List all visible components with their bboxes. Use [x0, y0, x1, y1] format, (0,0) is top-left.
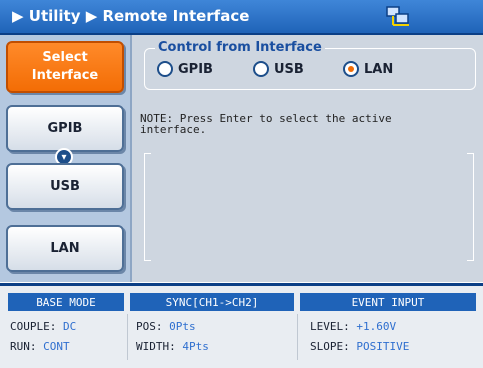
couple-value: DC: [62, 320, 77, 333]
width-label: WIDTH:: [136, 340, 176, 353]
usb-softkey-label: USB: [50, 179, 80, 194]
breadcrumb: ▶ Utility ▶ Remote Interface: [12, 7, 250, 25]
title-bar: ▶ Utility ▶ Remote Interface: [0, 0, 483, 35]
gpib-softkey-label: GPIB: [47, 121, 83, 136]
pos-label: POS:: [136, 320, 163, 333]
level-value: +1.60V: [356, 320, 397, 333]
lan-softkey-label: LAN: [50, 241, 80, 256]
base-mode-header: BASE MODE: [8, 293, 124, 311]
run-label: RUN:: [10, 340, 37, 353]
usb-radio-label: USB: [274, 61, 304, 77]
pos-value: 0Pts: [169, 320, 196, 333]
couple-line: COUPLE: DC: [10, 320, 76, 333]
control-from-interface-group: Control from Interface GPIB USB LAN: [144, 40, 476, 90]
width-line: WIDTH: 4Pts: [136, 340, 209, 353]
radio-dot: [348, 66, 354, 72]
radio-circle-selected: [343, 61, 359, 77]
slope-value: POSITIVE: [356, 340, 410, 353]
network-icon: [386, 6, 409, 26]
right-bracket: [467, 153, 474, 261]
select-interface-softkey[interactable]: Select Interface: [6, 41, 124, 93]
gpib-softkey[interactable]: GPIB: [6, 105, 124, 152]
select-interface-label: Select Interface: [31, 50, 99, 83]
slope-label: SLOPE:: [310, 340, 350, 353]
slope-line: SLOPE: POSITIVE: [310, 340, 409, 353]
radio-circle: [157, 61, 173, 77]
group-legend: Control from Interface: [155, 40, 325, 55]
lan-softkey[interactable]: LAN: [6, 225, 124, 272]
radio-circle: [253, 61, 269, 77]
divider: [127, 314, 128, 360]
sync-header: SYNC[CH1->CH2]: [130, 293, 294, 311]
couple-label: COUPLE:: [10, 320, 57, 333]
instrument-screen: ▶ Utility ▶ Remote Interface Select Inte…: [0, 0, 483, 368]
message-area: [144, 153, 474, 261]
divider: [297, 314, 298, 360]
lan-radio-label: LAN: [364, 61, 394, 77]
gpib-radio[interactable]: GPIB: [157, 61, 213, 77]
note-text: NOTE: Press Enter to select the active i…: [140, 112, 392, 136]
usb-softkey[interactable]: USB: [6, 163, 124, 210]
status-bar: BASE MODE SYNC[CH1->CH2] EVENT INPUT COU…: [0, 283, 483, 368]
pos-line: POS: 0Pts: [136, 320, 196, 333]
main-panel: Control from Interface GPIB USB LAN NOTE…: [132, 35, 483, 282]
left-bracket: [144, 153, 151, 261]
run-value: CONT: [43, 340, 70, 353]
level-line: LEVEL: +1.60V: [310, 320, 396, 333]
softkey-column: Select Interface GPIB ▾ USB LAN: [0, 35, 132, 282]
gpib-radio-label: GPIB: [178, 61, 213, 77]
usb-radio[interactable]: USB: [253, 61, 304, 77]
width-value: 4Pts: [182, 340, 209, 353]
run-line: RUN: CONT: [10, 340, 70, 353]
lan-radio[interactable]: LAN: [343, 61, 393, 77]
event-input-header: EVENT INPUT: [300, 293, 476, 311]
level-label: LEVEL:: [310, 320, 350, 333]
